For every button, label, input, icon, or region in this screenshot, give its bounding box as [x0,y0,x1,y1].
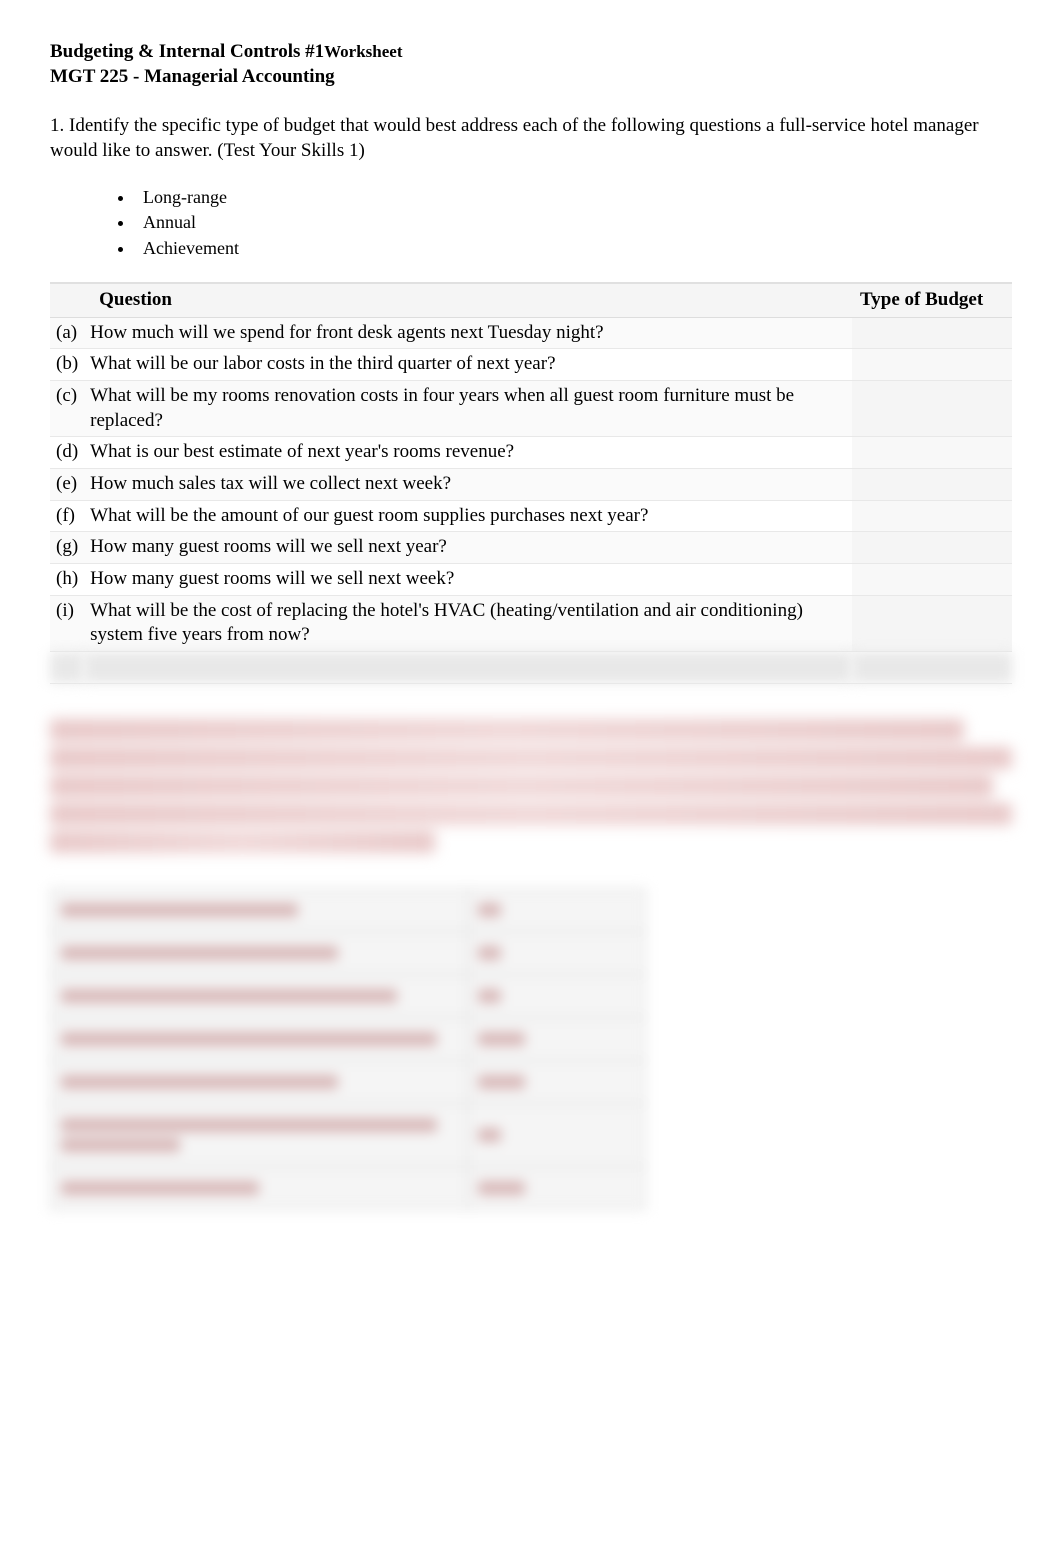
row-answer [852,469,1012,501]
blurred-line [50,831,435,853]
table-header-row: Question Type of Budget [50,283,1012,317]
blurred-cell [51,1103,468,1166]
blurred-cell [51,888,468,931]
blurred-cell [51,1166,468,1209]
blurred-cell [467,1166,646,1209]
row-label: (c) [50,380,84,436]
blurred-table-row [51,1017,646,1060]
blurred-paragraph [50,719,1012,853]
blurred-line [478,1075,525,1089]
blurred-line [478,903,502,917]
row-answer [852,380,1012,436]
blurred-table-row [51,974,646,1017]
row-question: How many guest rooms will we sell next y… [84,532,852,564]
row-question: How many guest rooms will we sell next w… [84,564,852,596]
row-label: (d) [50,437,84,469]
blurred-cell [50,652,84,684]
blurred-cell [84,652,852,684]
header-question: Question [84,283,852,317]
list-item: Achievement [135,237,1012,260]
blurred-table-row [51,1060,646,1103]
table-row: (a) How much will we spend for front des… [50,317,1012,349]
blurred-cell [467,1103,646,1166]
row-question: What will be the amount of our guest roo… [84,500,852,532]
blurred-line [61,1181,259,1195]
blurred-row [50,652,1012,684]
document-title: Budgeting & Internal Controls #1 [50,41,324,62]
budget-types-list: Long-range Annual Achievement [135,186,1012,260]
blurred-line [61,1118,437,1132]
table-row: (g) How many guest rooms will we sell ne… [50,532,1012,564]
row-answer [852,437,1012,469]
header-blank [50,283,84,317]
blurred-line [50,747,1012,769]
blurred-cell [51,974,468,1017]
question-1-intro: 1. Identify the specific type of budget … [50,114,1012,163]
blurred-line [478,1181,525,1195]
row-question: What will be our labor costs in the thir… [84,349,852,381]
blurred-table-row [51,931,646,974]
row-label: (f) [50,500,84,532]
row-label: (b) [50,349,84,381]
blurred-cell [467,1017,646,1060]
blurred-line [50,719,964,741]
header-type: Type of Budget [852,283,1012,317]
row-answer [852,595,1012,651]
row-label: (i) [50,595,84,651]
row-answer [852,532,1012,564]
table-row: (h) How many guest rooms will we sell ne… [50,564,1012,596]
blurred-line [61,1075,338,1089]
worksheet-label: Worksheet [324,42,402,61]
document-header: Budgeting & Internal Controls #1Workshee… [50,40,1012,89]
blurred-table-row [51,1103,646,1166]
blurred-cell [467,1060,646,1103]
blurred-table-row [51,888,646,931]
blurred-table-row [51,1166,646,1209]
blurred-cell [467,888,646,931]
row-label: (a) [50,317,84,349]
table-row: (b) What will be our labor costs in the … [50,349,1012,381]
row-answer [852,317,1012,349]
row-question: What will be the cost of replacing the h… [84,595,852,651]
blurred-line [50,775,993,797]
blurred-cell [852,652,1012,684]
blurred-cell [51,1060,468,1103]
blurred-line [61,1138,180,1152]
blurred-line [478,946,502,960]
row-answer [852,564,1012,596]
list-item: Long-range [135,186,1012,209]
blurred-line [478,989,502,1003]
row-answer [852,349,1012,381]
row-answer [852,500,1012,532]
row-label: (e) [50,469,84,501]
document-subtitle: MGT 225 - Managerial Accounting [50,65,1012,90]
blurred-line [50,803,1012,825]
blurred-cell [467,931,646,974]
list-item: Annual [135,211,1012,234]
row-question: What will be my rooms renovation costs i… [84,380,852,436]
row-label: (g) [50,532,84,564]
table-row: (c) What will be my rooms renovation cos… [50,380,1012,436]
blurred-line [61,989,397,1003]
blurred-table [50,888,646,1210]
row-question: How much will we spend for front desk ag… [84,317,852,349]
blurred-cell [467,974,646,1017]
blurred-cell [51,1017,468,1060]
table-row: (i) What will be the cost of replacing t… [50,595,1012,651]
blurred-line [61,946,338,960]
table-row: (f) What will be the amount of our guest… [50,500,1012,532]
blurred-line [61,1032,437,1046]
row-question: How much sales tax will we collect next … [84,469,852,501]
row-label: (h) [50,564,84,596]
blurred-line [478,1128,502,1142]
row-question: What is our best estimate of next year's… [84,437,852,469]
blurred-cell [51,931,468,974]
question-table: Question Type of Budget (a) How much wil… [50,282,1012,684]
blurred-line [478,1032,525,1046]
table-row: (d) What is our best estimate of next ye… [50,437,1012,469]
blurred-line [61,903,298,917]
table-row: (e) How much sales tax will we collect n… [50,469,1012,501]
